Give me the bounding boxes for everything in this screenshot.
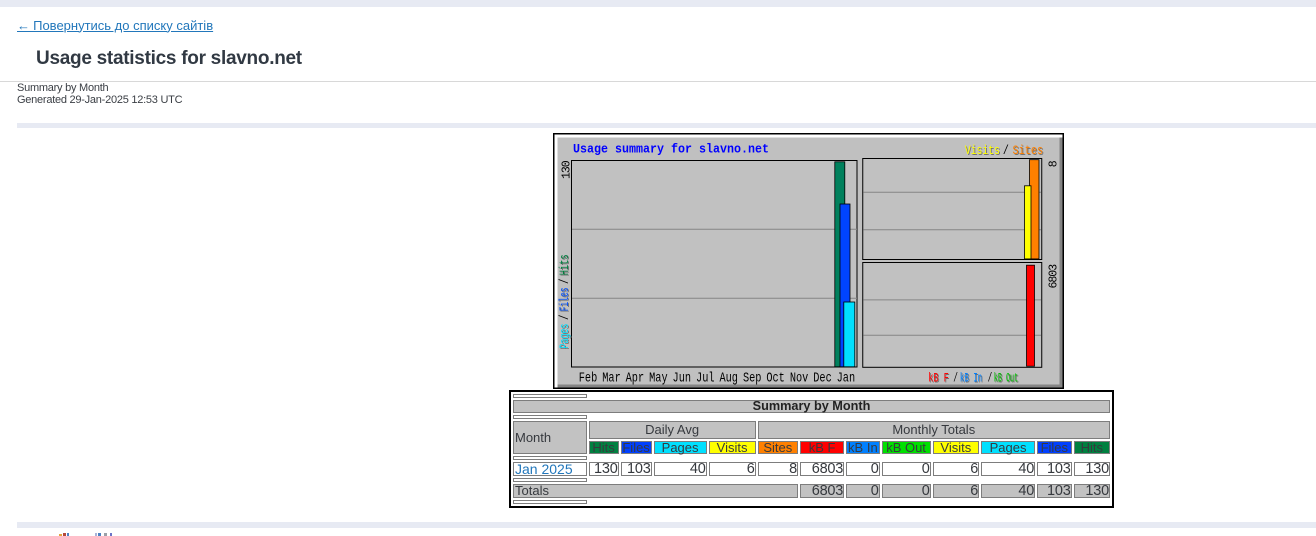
svg-text:/: / bbox=[1003, 144, 1009, 158]
svg-text:Jan: Jan bbox=[837, 370, 856, 386]
svg-text:Sites: Sites bbox=[1013, 144, 1044, 158]
svg-text:Aug: Aug bbox=[719, 370, 738, 386]
svg-text:/: / bbox=[558, 279, 572, 285]
svg-text:kB F: kB F bbox=[928, 371, 949, 385]
svg-text:Apr: Apr bbox=[626, 370, 645, 386]
svg-text:/: / bbox=[558, 315, 572, 321]
svg-text:kB Out: kB Out bbox=[994, 371, 1018, 385]
svg-text:6803: 6803 bbox=[1048, 264, 1061, 289]
svg-text:Pages: Pages bbox=[558, 324, 572, 349]
svg-text:Dec: Dec bbox=[813, 370, 832, 386]
svg-text:Jun: Jun bbox=[673, 370, 692, 386]
svg-text:Hits: Hits bbox=[558, 254, 572, 275]
svg-text:Nov: Nov bbox=[790, 370, 809, 386]
svg-text:/: / bbox=[953, 371, 958, 385]
svg-text:/: / bbox=[988, 371, 993, 385]
svg-text:kB In: kB In bbox=[960, 371, 982, 385]
svg-text:Feb: Feb bbox=[579, 370, 598, 386]
svg-text:Sep: Sep bbox=[743, 370, 762, 386]
svg-text:May: May bbox=[649, 370, 668, 386]
svg-text:Oct: Oct bbox=[766, 370, 785, 386]
svg-text:Visits: Visits bbox=[965, 144, 1000, 158]
svg-text:130: 130 bbox=[561, 160, 574, 179]
svg-text:Files: Files bbox=[558, 287, 572, 311]
svg-text:Usage summary for slavno.net: Usage summary for slavno.net bbox=[573, 142, 769, 157]
svg-text:Jul: Jul bbox=[696, 370, 715, 386]
svg-text:Mar: Mar bbox=[602, 370, 621, 386]
